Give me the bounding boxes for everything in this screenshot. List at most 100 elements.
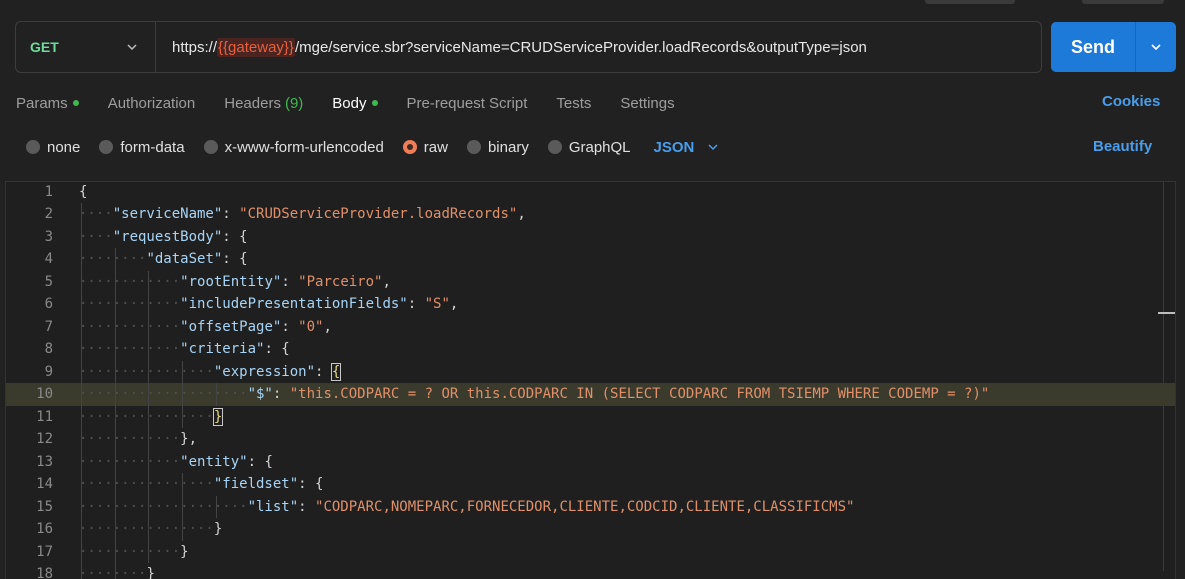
send-group: Send: [1051, 22, 1176, 72]
code-text: ····"serviceName": "CRUDServiceProvider.…: [79, 206, 526, 222]
chevron-down-icon: [708, 144, 718, 151]
tab-label: Settings: [620, 94, 675, 112]
tab-label: Authorization: [107, 94, 196, 112]
beautify-button[interactable]: Beautify: [1093, 138, 1152, 155]
code-token: "$": [247, 386, 273, 402]
code-text: ········"dataSet": {: [79, 251, 248, 267]
code-text: ················}: [79, 521, 223, 537]
code-token: "S": [424, 296, 450, 312]
send-button[interactable]: Send: [1051, 22, 1136, 72]
indent-guide: [182, 473, 184, 541]
code-editor[interactable]: 1{2 ····"serviceName": "CRUDServiceProvid…: [5, 181, 1176, 579]
radio-button[interactable]: [547, 140, 562, 154]
code-token: : {: [264, 341, 290, 357]
code-token: "list": [247, 498, 299, 515]
line-number: 12: [36, 431, 53, 447]
radio-label: form-data: [120, 138, 185, 156]
tab-label: Pre-request Script: [406, 94, 528, 112]
indent-guide: [148, 270, 150, 563]
code-text: ················"expression": {: [79, 362, 342, 381]
indent-guide: [81, 203, 82, 579]
body-type-none[interactable]: none: [26, 139, 80, 156]
code-token: ,: [517, 206, 526, 222]
code-text: ····················"list": "CODPARC,NOM…: [79, 498, 855, 515]
indent-guide: [215, 495, 217, 518]
line-number: 3: [44, 228, 53, 245]
body-type-graphql[interactable]: GraphQL: [547, 138, 631, 156]
line-number: 1: [44, 183, 53, 200]
tab-label: Tests: [556, 94, 592, 112]
body-type-binary[interactable]: binary: [466, 139, 529, 156]
radio-button-selected[interactable]: [402, 140, 417, 154]
language-select[interactable]: JSON: [654, 139, 721, 156]
method-select[interactable]: GET: [16, 22, 156, 72]
url-path: /mge/service.sbr?serviceName=CRUDService…: [294, 38, 867, 56]
line-number: 16: [36, 521, 53, 537]
code-token: :: [272, 386, 290, 402]
tab-label: Headers: [224, 94, 281, 112]
tab-settings[interactable]: Settings: [620, 95, 674, 112]
tab-pre-request-script[interactable]: Pre-request Script: [407, 95, 528, 112]
tab-body[interactable]: Body: [332, 95, 378, 112]
body-type-urlencoded[interactable]: x-www-form-urlencoded: [203, 139, 384, 156]
line-number: 14: [36, 476, 53, 492]
code-line: 13 ············"entity": {: [6, 451, 1175, 474]
code-text: ············"includePresentationFields":…: [79, 296, 459, 312]
code-token: "dataSet": [146, 251, 223, 267]
line-number: 2: [44, 206, 53, 222]
indent-guide: [182, 360, 184, 428]
tab-authorization[interactable]: Authorization: [108, 95, 196, 112]
url-input[interactable]: https://{{gateway}}/mge/service.sbr?serv…: [156, 22, 1041, 72]
code-token: : {: [298, 476, 324, 492]
code-text: ············"entity": {: [79, 453, 273, 470]
tab-headers[interactable]: Headers (9): [224, 95, 303, 112]
code-text: ················}: [79, 407, 224, 426]
line-number: 10: [36, 386, 53, 402]
code-token: ,: [382, 273, 391, 290]
code-token: : {: [222, 251, 248, 267]
code-token: {: [79, 183, 88, 200]
code-token: "Parceiro": [298, 273, 383, 290]
line-number: 11: [36, 408, 53, 425]
code-token: }: [213, 521, 223, 537]
url-variable: {{gateway}}: [217, 37, 295, 57]
line-number: 8: [44, 341, 53, 357]
radio-button[interactable]: [466, 140, 481, 154]
method-label: GET: [30, 39, 59, 55]
indent-guide: [215, 383, 217, 406]
radio-button[interactable]: [26, 140, 40, 154]
code-line: 2 ····"serviceName": "CRUDServiceProvider…: [6, 203, 1175, 226]
code-text: ············"offsetPage": "0",: [79, 318, 332, 335]
cookies-link[interactable]: Cookies: [1102, 93, 1160, 110]
line-number: 13: [36, 453, 53, 470]
code-token: :: [407, 296, 425, 312]
code-text: ····"requestBody": {: [79, 228, 248, 245]
line-number: 5: [44, 273, 53, 290]
body-type-raw[interactable]: raw: [402, 139, 448, 156]
code-line: 1{: [6, 182, 1175, 203]
code-token: :: [222, 206, 240, 222]
radio-button[interactable]: [99, 140, 114, 154]
tab-params[interactable]: Params: [16, 95, 79, 112]
code-text: ············},: [79, 431, 198, 447]
code-line: 7 ············"offsetPage": "0",: [6, 316, 1175, 339]
body-type-form-data[interactable]: form-data: [99, 138, 185, 156]
code-text: ············}: [79, 543, 189, 560]
send-options-button[interactable]: [1136, 22, 1176, 72]
tab-tests[interactable]: Tests: [556, 95, 591, 112]
tab-label: Params: [16, 94, 68, 112]
radio-label: GraphQL: [568, 138, 631, 156]
code-token: "offsetPage": [180, 318, 282, 335]
code-token: : {: [247, 453, 273, 470]
code-line: 4 ········"dataSet": {: [6, 248, 1175, 271]
url-prefix: https://: [172, 38, 218, 56]
line-number: 18: [36, 566, 53, 579]
code-token: }: [212, 407, 224, 426]
code-token: :: [298, 498, 316, 515]
radio-button[interactable]: [203, 140, 218, 154]
language-label: JSON: [653, 138, 695, 156]
line-number: 17: [36, 543, 53, 560]
line-number: 4: [44, 251, 53, 267]
code-line: 8 ············"criteria": {: [6, 338, 1175, 361]
chevron-down-icon: [127, 44, 137, 51]
